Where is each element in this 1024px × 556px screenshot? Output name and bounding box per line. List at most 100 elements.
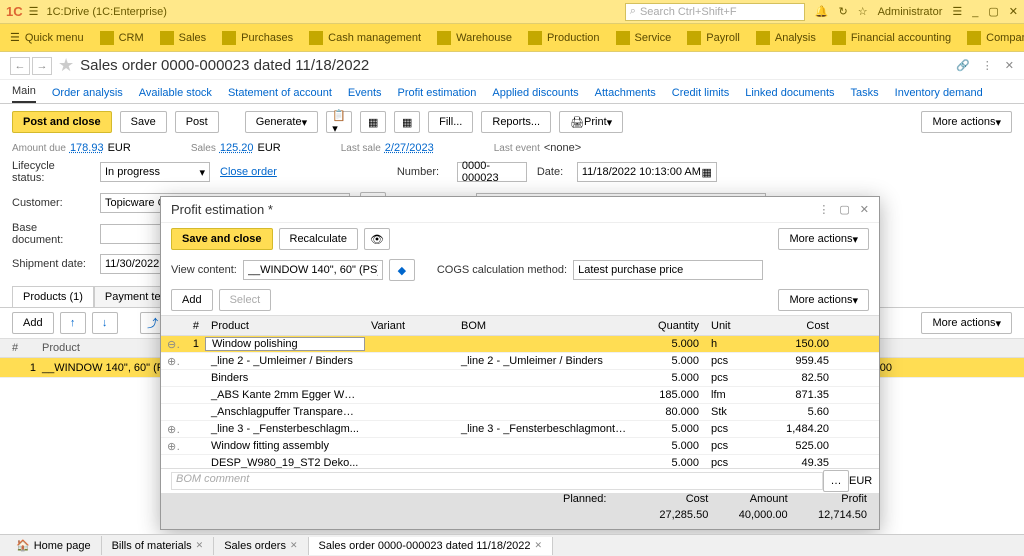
menu-quick[interactable]: ☰Quick menu — [10, 31, 84, 44]
close-icon[interactable]: ✕ — [1005, 59, 1014, 72]
profit-row[interactable]: ⊕Window fitting assembly5.000pcs525.00 — [161, 438, 879, 455]
move-up-button[interactable]: ↑ — [60, 312, 86, 334]
menu-icon[interactable]: ☰ — [29, 5, 39, 18]
menu-company[interactable]: Company — [967, 31, 1024, 45]
tab-discounts[interactable]: Applied discounts — [492, 83, 578, 103]
star-icon[interactable]: ☆ — [858, 5, 868, 18]
menu-crm[interactable]: CRM — [100, 31, 144, 45]
tab-main[interactable]: Main — [12, 81, 36, 103]
totals-row: Planned: Cost Amount Profit 27,285.50 40… — [161, 493, 879, 529]
menu-cash[interactable]: Cash management — [309, 31, 421, 45]
production-icon — [528, 31, 542, 45]
star-icon: ☰ — [10, 31, 20, 44]
close-icon[interactable]: ✕ — [860, 203, 869, 216]
history-icon[interactable]: ↻ — [838, 5, 847, 18]
tab-attachments[interactable]: Attachments — [595, 83, 656, 103]
generate-button[interactable]: Generate ▾ — [245, 111, 318, 133]
menu-payroll[interactable]: Payroll — [687, 31, 740, 45]
more-actions-button[interactable]: More actions ▾ — [921, 111, 1012, 133]
post-button[interactable]: Post — [175, 111, 219, 133]
close-icon[interactable]: ✕ — [535, 540, 543, 551]
payroll-icon — [687, 31, 701, 45]
other-button[interactable]: ▦ — [394, 111, 420, 133]
modal-add-button[interactable]: Add — [171, 289, 213, 311]
dtab-products[interactable]: Products (1) — [12, 286, 94, 307]
date-field[interactable]: 11/18/2022 10:13:00 AM▦ — [577, 162, 717, 182]
minimize-icon[interactable]: _ — [972, 6, 978, 18]
main-tabs: Main Order analysis Available stock Stat… — [0, 80, 1024, 104]
menu-purchases[interactable]: Purchases — [222, 31, 293, 45]
modal-more2-button[interactable]: More actions ▾ — [778, 289, 869, 311]
cogs-field[interactable]: Latest purchase price — [573, 260, 763, 280]
bom-comment-input[interactable]: BOM comment — [171, 472, 823, 490]
forward-button[interactable]: → — [32, 57, 52, 75]
tab-available-stock[interactable]: Available stock — [139, 83, 212, 103]
detail-more-button[interactable]: More actions ▾ — [921, 312, 1012, 334]
menu-warehouse[interactable]: Warehouse — [437, 31, 512, 45]
search-input[interactable]: ⌕ Search Ctrl+Shift+F — [625, 3, 805, 21]
recalculate-button[interactable]: Recalculate — [279, 228, 358, 250]
bom-expand-button[interactable]: … — [823, 470, 849, 492]
profit-row[interactable]: ⊕_line 2 - _Umleimer / Binders_line 2 - … — [161, 353, 879, 370]
view-content-label: View content: — [171, 264, 237, 276]
bell-icon[interactable]: 🔔 — [815, 5, 829, 18]
close-order-link[interactable]: Close order — [220, 166, 277, 178]
print-button[interactable]: 🖨 Print ▾ — [559, 111, 623, 133]
link-icon[interactable]: 🔗 — [956, 59, 970, 72]
tab-inventory[interactable]: Inventory demand — [895, 83, 983, 103]
filter-icon[interactable]: ☰ — [952, 5, 962, 18]
back-button[interactable]: ← — [10, 57, 30, 75]
favorite-icon[interactable]: ★ — [58, 55, 74, 76]
profit-row[interactable]: _Anschlagpuffer Transparent...80.000Stk5… — [161, 404, 879, 421]
view-icon-button[interactable]: 👁 — [364, 228, 390, 250]
save-button[interactable]: Save — [120, 111, 167, 133]
profit-row[interactable]: DESP_W980_19_ST2 Deko...5.000pcs49.35 — [161, 455, 879, 468]
modal-more-button[interactable]: More actions ▾ — [778, 228, 869, 250]
tab-linked[interactable]: Linked documents — [745, 83, 834, 103]
btab-sales-orders[interactable]: Sales orders✕ — [214, 537, 308, 555]
menu-finacc[interactable]: Financial accounting — [832, 31, 951, 45]
kebab-icon[interactable]: ⋮ — [818, 203, 829, 216]
close-icon[interactable]: ✕ — [196, 540, 204, 551]
view-nav-button[interactable]: ◆ — [389, 259, 415, 281]
tab-tasks[interactable]: Tasks — [851, 83, 879, 103]
analysis-icon — [756, 31, 770, 45]
lifecycle-field[interactable]: In progress▾ — [100, 162, 210, 182]
number-field[interactable]: 0000-000023 — [457, 162, 527, 182]
excel-button[interactable]: ▦ — [360, 111, 386, 133]
reports-button[interactable]: Reports... — [481, 111, 551, 133]
post-and-close-button[interactable]: Post and close — [12, 111, 112, 133]
profit-row[interactable]: ⊕_line 3 - _Fensterbeschlagm..._line 3 -… — [161, 421, 879, 438]
tab-statement[interactable]: Statement of account — [228, 83, 332, 103]
view-content-field[interactable]: __WINDOW 140", 60" (PS) (140", 6 — [243, 260, 383, 280]
btab-current[interactable]: Sales order 0000-000023 dated 11/18/2022… — [309, 537, 554, 555]
tab-order-analysis[interactable]: Order analysis — [52, 83, 123, 103]
restore-icon[interactable]: ▢ — [988, 5, 998, 18]
tab-credit[interactable]: Credit limits — [672, 83, 729, 103]
fill-button[interactable]: Fill... — [428, 111, 473, 133]
tab-profit[interactable]: Profit estimation — [398, 83, 477, 103]
add-product-button[interactable]: Add — [12, 312, 54, 334]
user-label[interactable]: Administrator — [878, 6, 943, 18]
restore-icon[interactable]: ▢ — [839, 203, 849, 216]
create-based-button[interactable]: 📋▾ — [326, 111, 352, 133]
menu-service[interactable]: Service — [616, 31, 672, 45]
profit-row[interactable]: _ABS Kante 2mm Egger W9...185.000lfm871.… — [161, 387, 879, 404]
cash-icon — [309, 31, 323, 45]
menu-sales[interactable]: Sales — [160, 31, 207, 45]
modal-select-button[interactable]: Select — [219, 289, 272, 311]
kebab-icon[interactable]: ⋮ — [982, 59, 993, 72]
close-icon[interactable]: ✕ — [290, 540, 298, 551]
chevron-down-icon: ▾ — [199, 166, 205, 179]
menu-production[interactable]: Production — [528, 31, 600, 45]
service-icon — [616, 31, 630, 45]
move-down-button[interactable]: ↓ — [92, 312, 118, 334]
close-icon[interactable]: ✕ — [1009, 5, 1018, 18]
profit-row[interactable]: Binders5.000pcs82.50 — [161, 370, 879, 387]
tab-events[interactable]: Events — [348, 83, 382, 103]
btab-bom[interactable]: Bills of materials✕ — [102, 537, 215, 555]
menu-analysis[interactable]: Analysis — [756, 31, 816, 45]
modal-save-close-button[interactable]: Save and close — [171, 228, 273, 250]
btab-home[interactable]: 🏠Home page — [6, 536, 102, 555]
profit-row[interactable]: ⊖1Window polishing5.000h150.00 — [161, 336, 879, 353]
